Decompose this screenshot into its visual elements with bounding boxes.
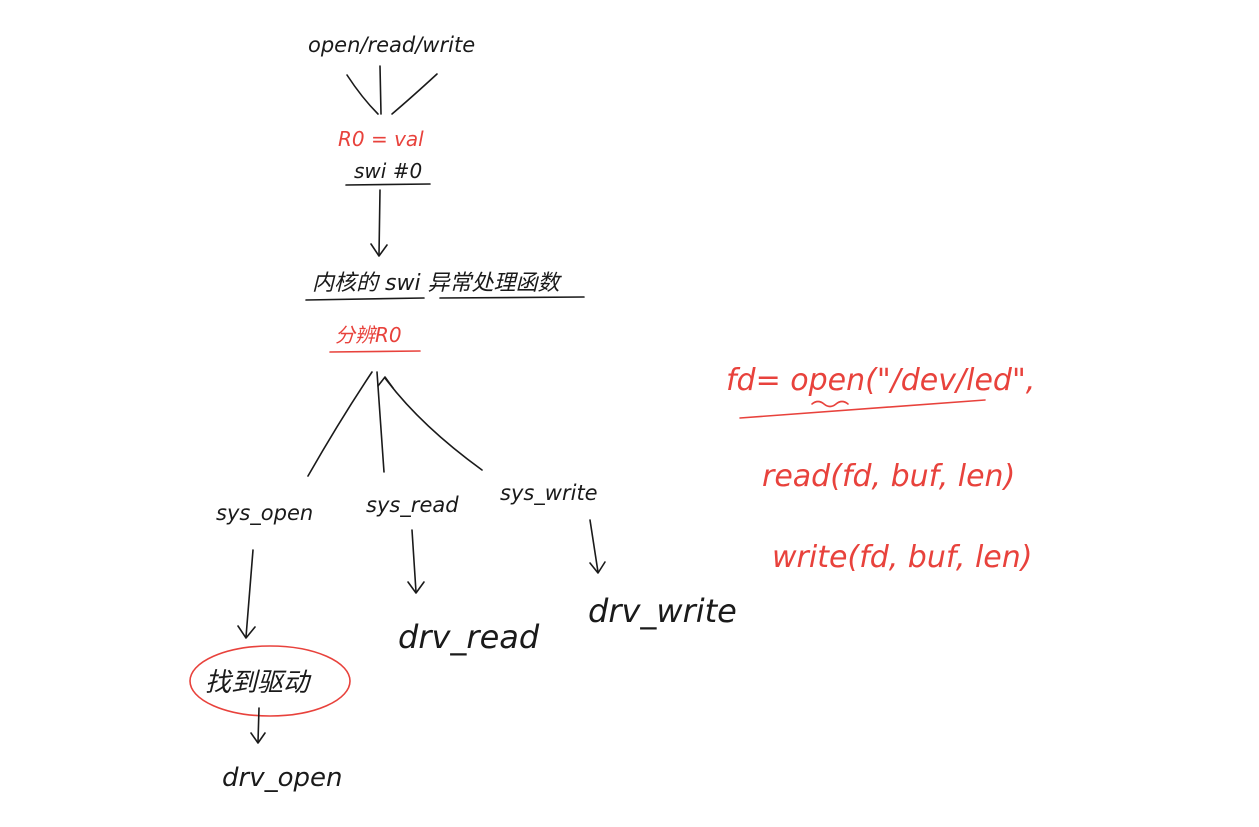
r0-val-label: R0 = val	[338, 127, 424, 151]
kernel-handler-label: 内核的 swi 异常处理函数	[312, 271, 563, 296]
drv-open-label: drv_open	[222, 763, 342, 793]
kernel-underline-left	[305, 297, 425, 301]
diagram-canvas: open/read/write R0 = val swi #0 内核的 swi …	[189, 33, 1035, 793]
arrow-to-kernel	[370, 189, 388, 257]
code-open-line: fd= open("/dev/led",	[726, 363, 1035, 398]
converge-lines	[346, 65, 438, 115]
arrow-sys-write	[589, 519, 606, 574]
sys-read-label: sys_read	[366, 493, 459, 518]
branch-lines	[307, 371, 483, 477]
sys-write-label: sys_write	[500, 481, 598, 506]
code-read-line: read(fd, buf, len)	[762, 459, 1015, 494]
arrow-sys-open	[237, 549, 256, 639]
sys-open-label: sys_open	[216, 501, 313, 526]
kernel-underline-right	[439, 296, 585, 299]
top-calls-label: open/read/write	[308, 33, 475, 57]
swi-instruction-label: swi #0	[354, 159, 422, 183]
arrow-to-drv-open	[250, 707, 266, 744]
code-open-squiggle	[811, 400, 849, 408]
code-write-line: write(fd, buf, len)	[772, 540, 1032, 575]
dispatch-r0-label: 分辨R0	[335, 323, 402, 347]
swi-underline	[345, 183, 431, 186]
dispatch-underline	[329, 350, 421, 353]
drv-read-label: drv_read	[398, 618, 540, 656]
drv-write-label: drv_write	[588, 592, 737, 630]
find-driver-label: 找到驱动	[205, 668, 312, 698]
code-open-underline	[739, 399, 986, 419]
arrow-sys-read	[407, 529, 425, 594]
